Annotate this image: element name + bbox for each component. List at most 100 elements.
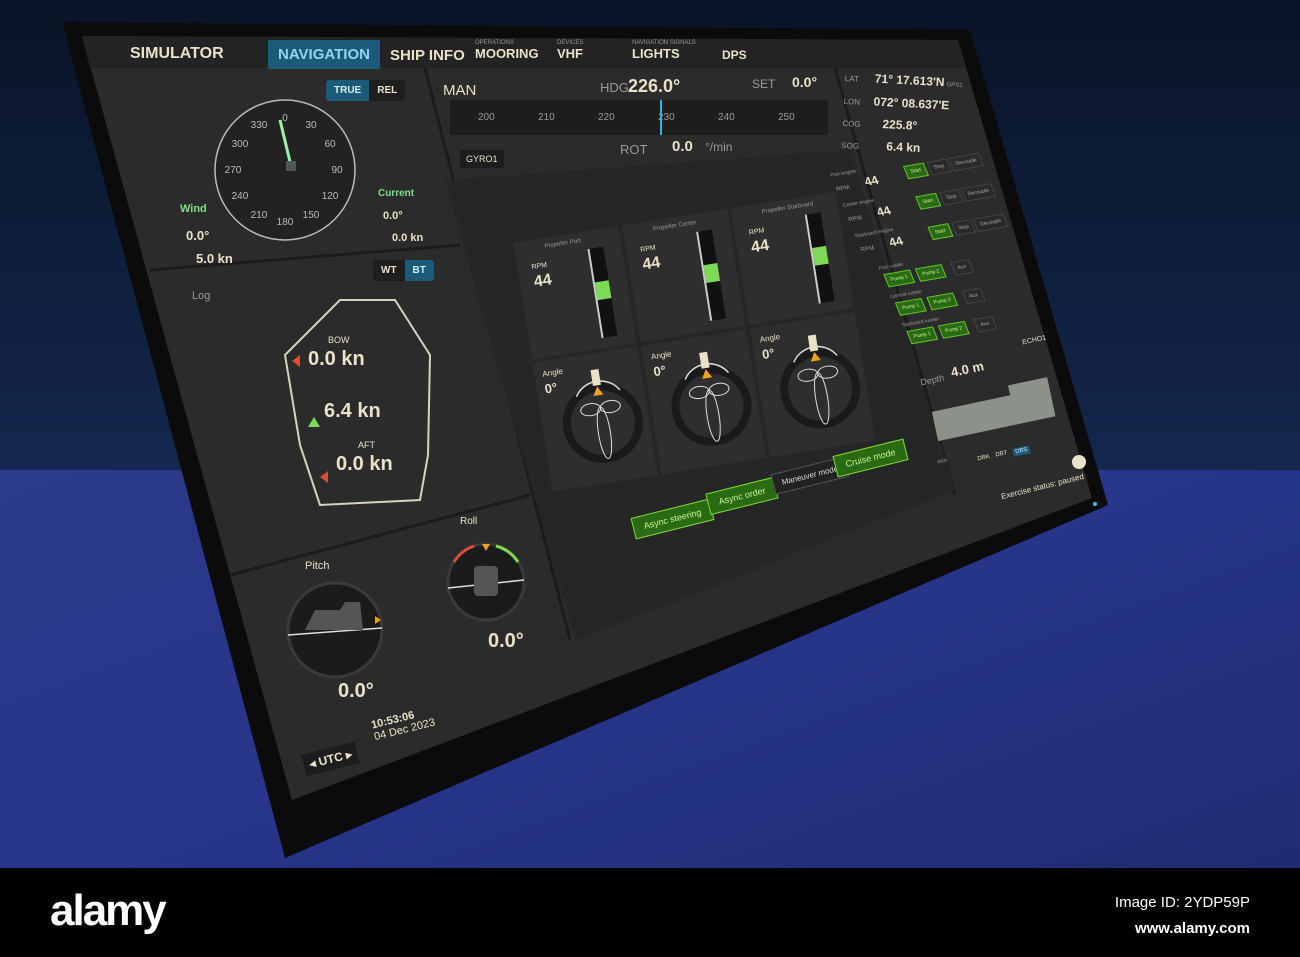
tab-navigation[interactable]: NAVIGATION: [268, 40, 380, 69]
log-label: Log: [192, 290, 211, 302]
current-direction: 0.0°: [383, 210, 403, 222]
roll-label: Roll: [460, 516, 478, 527]
engine-stop-button[interactable]: Stop: [926, 158, 952, 176]
timezone-label: UTC: [317, 749, 345, 769]
roll-indicator: [446, 542, 526, 622]
rpm-gauge: [587, 246, 618, 339]
cog-label: COG: [842, 118, 861, 129]
pitch-indicator: [286, 581, 384, 679]
pump1-button[interactable]: Pump 1: [883, 269, 916, 288]
rpm-fill: [812, 245, 829, 266]
watermark-bar: alamy Image ID: 2YDP59P www.alamy.com: [0, 868, 1300, 957]
engine-start-button[interactable]: Start: [902, 162, 929, 180]
rpm-label: RPM: [639, 244, 657, 254]
pump2-button[interactable]: Pump 2: [937, 320, 970, 339]
rpm-gauge: [804, 212, 835, 304]
cog-value: 225.8°: [882, 117, 918, 133]
wind-direction: 0.0°: [186, 228, 210, 243]
bow-label: BOW: [328, 335, 350, 345]
wind-compass: 0 30 60 90 120150 180 210240 270 300330: [214, 99, 356, 241]
rpm-fill: [594, 280, 612, 301]
engine-stop-button[interactable]: Stop: [951, 219, 977, 236]
depth-area: [931, 377, 1056, 442]
engine-rpm-label: RPM: [847, 215, 864, 224]
tab-ship-info[interactable]: SHIP INFO: [390, 47, 465, 64]
wt-bt-toggle[interactable]: WT BT: [373, 260, 434, 281]
compass-tick-label: 240: [232, 191, 249, 202]
heading-scale-label: 240: [718, 112, 735, 123]
set-value[interactable]: 0.0°: [792, 74, 817, 90]
pump2-button[interactable]: Pump 2: [914, 263, 948, 282]
engine-decouple-button[interactable]: Decouple: [960, 183, 997, 202]
azimuth-indicator: [562, 368, 643, 463]
sog-label: SOG: [841, 140, 860, 151]
dbt-option[interactable]: DBT: [995, 450, 1008, 460]
compass-tick-label: 120: [322, 191, 339, 202]
propeller-panel: Propeller Port RPM 44 Angle 0° Propeller…: [513, 191, 887, 539]
watermark-info: Image ID: 2YDP59P www.alamy.com: [1115, 890, 1250, 942]
tab-vhf[interactable]: DEVICES VHF: [557, 40, 583, 61]
compass-tick-label: 90: [331, 165, 343, 176]
compass-tick-label: 0: [282, 113, 288, 124]
compass-tick-label: 30: [305, 120, 317, 131]
gps-source[interactable]: GPS1: [946, 82, 962, 89]
current-speed: 0.0 kn: [392, 232, 424, 244]
engine-decouple-button[interactable]: Decouple: [948, 152, 985, 172]
aux-button[interactable]: Aux: [950, 259, 974, 276]
bt-option[interactable]: BT: [404, 260, 434, 281]
wt-option[interactable]: WT: [373, 260, 405, 281]
heading-scale-label: 220: [598, 112, 615, 123]
set-label: SET: [752, 77, 776, 91]
pump2-button[interactable]: Pump 2: [926, 292, 959, 311]
engine-start-button[interactable]: Start: [915, 192, 941, 210]
rot-value: 0.0: [672, 138, 693, 155]
tab-label: LIGHTS: [632, 46, 680, 61]
tab-dps[interactable]: DPS: [722, 48, 747, 62]
gyro-selector[interactable]: GYRO1: [460, 150, 504, 168]
current-label: Current: [378, 188, 415, 199]
watermark-logo: alamy: [50, 886, 167, 935]
propeller-name: Propeller Starboard: [761, 201, 814, 216]
engine-stop-button[interactable]: Stop: [938, 188, 965, 206]
watermark-url: www.alamy.com: [1134, 920, 1250, 937]
rel-option[interactable]: REL: [369, 80, 405, 101]
propeller-angle-card: Angle 0°: [749, 312, 875, 458]
pump1-button[interactable]: Pump 1: [894, 297, 927, 316]
engine-row: Starboard engine RPM 44: [854, 226, 906, 256]
propeller-angle-card: Angle 0°: [641, 329, 767, 475]
tab-mooring[interactable]: OPERATIONS MOORING: [475, 40, 539, 61]
lat-value: 71° 17.613'N: [874, 71, 945, 90]
angle-setpoint-icon: [590, 368, 601, 387]
engine-start-button[interactable]: Start: [927, 223, 954, 241]
rpm-fill: [703, 263, 721, 284]
dbk-option[interactable]: DBK: [977, 454, 991, 464]
tab-simulator[interactable]: SIMULATOR: [130, 45, 224, 63]
aux-button[interactable]: Aux: [961, 287, 986, 305]
heading-scale-label: 200: [478, 112, 495, 123]
rot-label: ROT: [620, 142, 648, 157]
propeller-name: Propeller Center: [652, 219, 697, 233]
aft-label: AFT: [358, 440, 375, 450]
aux-button[interactable]: Aux: [973, 316, 997, 333]
depth-chart: [931, 377, 1056, 442]
azimuth-indicator: [671, 351, 752, 446]
tab-label: VHF: [557, 46, 583, 61]
speed-arrow-icon: [308, 417, 320, 427]
propeller-name: Propeller Port: [544, 238, 582, 250]
settings-icon[interactable]: [1072, 455, 1086, 469]
tab-lights[interactable]: NAVIGATION SIGNALS LIGHTS: [632, 40, 696, 61]
compass-tick-label: 180: [277, 217, 294, 228]
pitch-label: Pitch: [305, 560, 330, 572]
engine-decouple-button[interactable]: Decouple: [972, 213, 1009, 233]
rpm-gauge: [696, 229, 727, 321]
propeller-icon: [814, 372, 830, 425]
hdg-value: 226.0°: [628, 76, 681, 96]
compass-tick-label: 300: [232, 139, 249, 150]
rpm-label: RPM: [748, 227, 765, 237]
pump1-button[interactable]: Pump 1: [906, 326, 939, 345]
dbs-option[interactable]: DBS: [1012, 445, 1031, 457]
roll-value: 0.0°: [488, 630, 524, 652]
lon-value: 072° 08.637'E: [873, 94, 950, 113]
depth-mode-selector[interactable]: DBK DBT DBS: [977, 445, 1031, 464]
steering-mode: MAN: [443, 82, 477, 99]
